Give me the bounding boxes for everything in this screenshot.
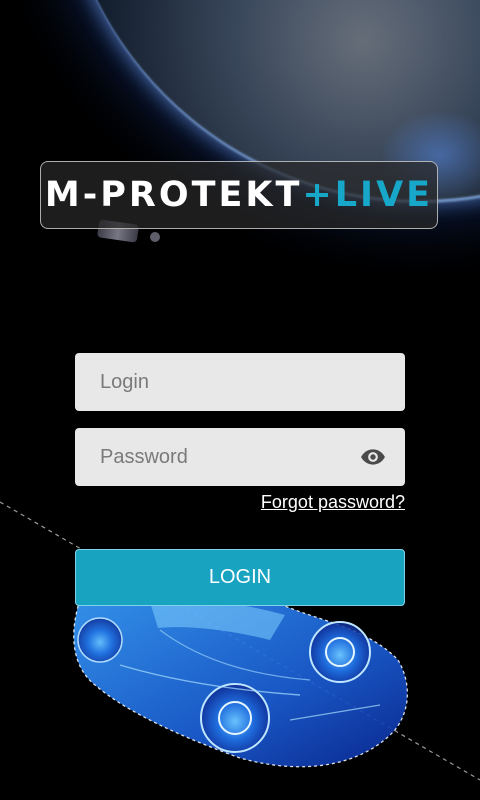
login-screen: M-PROTEKT+LIVE Forgot password? LOGIN bbox=[0, 0, 480, 800]
car-wireframe-image bbox=[0, 501, 480, 781]
eye-icon[interactable] bbox=[359, 444, 387, 470]
login-field[interactable] bbox=[75, 353, 405, 411]
password-field[interactable] bbox=[75, 428, 405, 486]
password-input[interactable] bbox=[98, 444, 352, 470]
satellite-part-image bbox=[150, 232, 160, 242]
logo-text: M-PROTEKT+LIVE bbox=[45, 175, 433, 215]
login-input[interactable] bbox=[98, 369, 352, 395]
login-button[interactable]: LOGIN bbox=[75, 549, 405, 606]
logo-plus: + bbox=[302, 175, 335, 215]
logo-brand-main: M-PROTEKT bbox=[44, 175, 303, 215]
app-logo: M-PROTEKT+LIVE bbox=[40, 161, 438, 229]
logo-live: LIVE bbox=[334, 175, 434, 215]
login-button-label: LOGIN bbox=[208, 566, 272, 588]
forgot-password-link[interactable]: Forgot password? bbox=[253, 492, 405, 513]
